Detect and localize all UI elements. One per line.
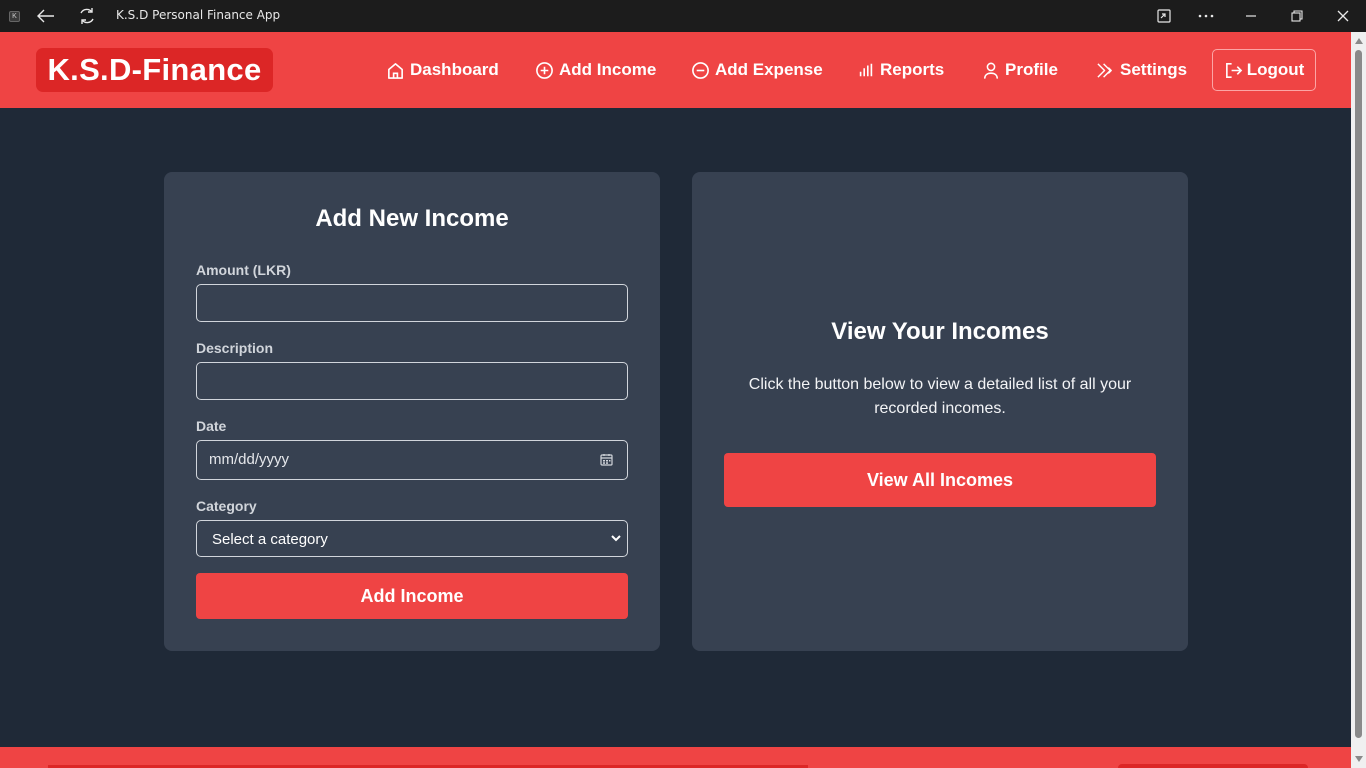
bar-chart-icon xyxy=(859,63,873,77)
nav-add-income-label: Add Income xyxy=(559,60,657,79)
home-icon xyxy=(388,62,403,79)
window-title: K.S.D Personal Finance App xyxy=(116,8,281,22)
vertical-scrollbar[interactable] xyxy=(1351,32,1366,768)
nav-add-expense[interactable]: Add Expense xyxy=(691,56,823,84)
more-horizontal-icon xyxy=(1198,14,1214,18)
nav-reports-label: Reports xyxy=(880,60,945,79)
cast-button[interactable] xyxy=(1149,4,1179,28)
date-input[interactable]: mm/dd/yyyy xyxy=(196,440,628,480)
back-button[interactable] xyxy=(34,4,58,28)
footer xyxy=(0,747,1351,768)
calendar-icon[interactable] xyxy=(600,453,613,466)
add-income-card: Add New Income Amount (LKR) Description … xyxy=(164,172,660,651)
refresh-icon xyxy=(80,8,94,24)
refresh-button[interactable] xyxy=(75,4,99,28)
nav-dashboard[interactable]: Dashboard xyxy=(386,56,499,84)
chevron-down-icon xyxy=(611,535,621,542)
nav-profile-label: Profile xyxy=(1005,60,1058,79)
view-incomes-title: View Your Incomes xyxy=(831,318,1049,345)
minimize-icon xyxy=(1246,15,1256,17)
logout-label: Logout xyxy=(1246,60,1305,79)
nav-settings[interactable]: Settings xyxy=(1096,56,1187,84)
settings-icon xyxy=(1097,62,1112,78)
triangle-up-icon xyxy=(1354,37,1363,44)
add-income-button[interactable]: Add Income xyxy=(196,573,628,619)
form-title: Add New Income xyxy=(315,205,509,232)
amount-input[interactable] xyxy=(196,284,628,322)
logout-button[interactable]: Logout xyxy=(1212,49,1316,91)
more-options-button[interactable] xyxy=(1191,4,1221,28)
category-selected-value: Select a category xyxy=(212,531,328,548)
description-input[interactable] xyxy=(196,362,628,400)
view-incomes-card: View Your Incomes Click the button below… xyxy=(692,172,1188,651)
scrollbar-thumb[interactable] xyxy=(1355,50,1362,738)
category-label: Category xyxy=(196,498,257,514)
nav-reports[interactable]: Reports xyxy=(857,56,944,84)
footer-element xyxy=(1118,764,1308,768)
app-icon: K xyxy=(9,11,20,22)
scroll-up-arrow[interactable] xyxy=(1354,36,1363,45)
cast-icon xyxy=(1157,9,1171,23)
category-select[interactable]: Select a category xyxy=(196,520,628,557)
restore-icon xyxy=(1291,10,1303,22)
date-label: Date xyxy=(196,418,227,434)
restore-button[interactable] xyxy=(1282,4,1312,28)
logout-icon xyxy=(1225,62,1242,78)
arrow-left-icon xyxy=(37,9,54,23)
view-all-incomes-button[interactable]: View All Incomes xyxy=(724,453,1156,507)
brand-logo[interactable]: K.S.D-Finance xyxy=(36,48,273,92)
nav-dashboard-label: Dashboard xyxy=(410,60,499,79)
minus-circle-icon xyxy=(692,61,709,79)
triangle-down-icon xyxy=(1354,755,1363,762)
close-button[interactable] xyxy=(1328,4,1358,28)
minimize-button[interactable] xyxy=(1236,4,1266,28)
nav-settings-label: Settings xyxy=(1120,60,1188,79)
user-icon xyxy=(983,62,999,79)
amount-label: Amount (LKR) xyxy=(196,262,291,278)
navbar: K.S.D-Finance Dashboard Add Income Add E… xyxy=(0,32,1351,108)
scroll-down-arrow[interactable] xyxy=(1354,754,1363,763)
view-incomes-description: Click the button below to view a detaile… xyxy=(748,376,1132,417)
window-titlebar: K K.S.D Personal Finance App xyxy=(0,0,1366,32)
plus-circle-icon xyxy=(536,61,553,79)
nav-profile[interactable]: Profile xyxy=(982,56,1058,84)
nav-add-expense-label: Add Expense xyxy=(715,60,823,79)
date-placeholder: mm/dd/yyyy xyxy=(209,451,290,468)
nav-add-income[interactable]: Add Income xyxy=(535,56,656,84)
description-label: Description xyxy=(196,340,274,356)
close-icon xyxy=(1337,10,1349,22)
